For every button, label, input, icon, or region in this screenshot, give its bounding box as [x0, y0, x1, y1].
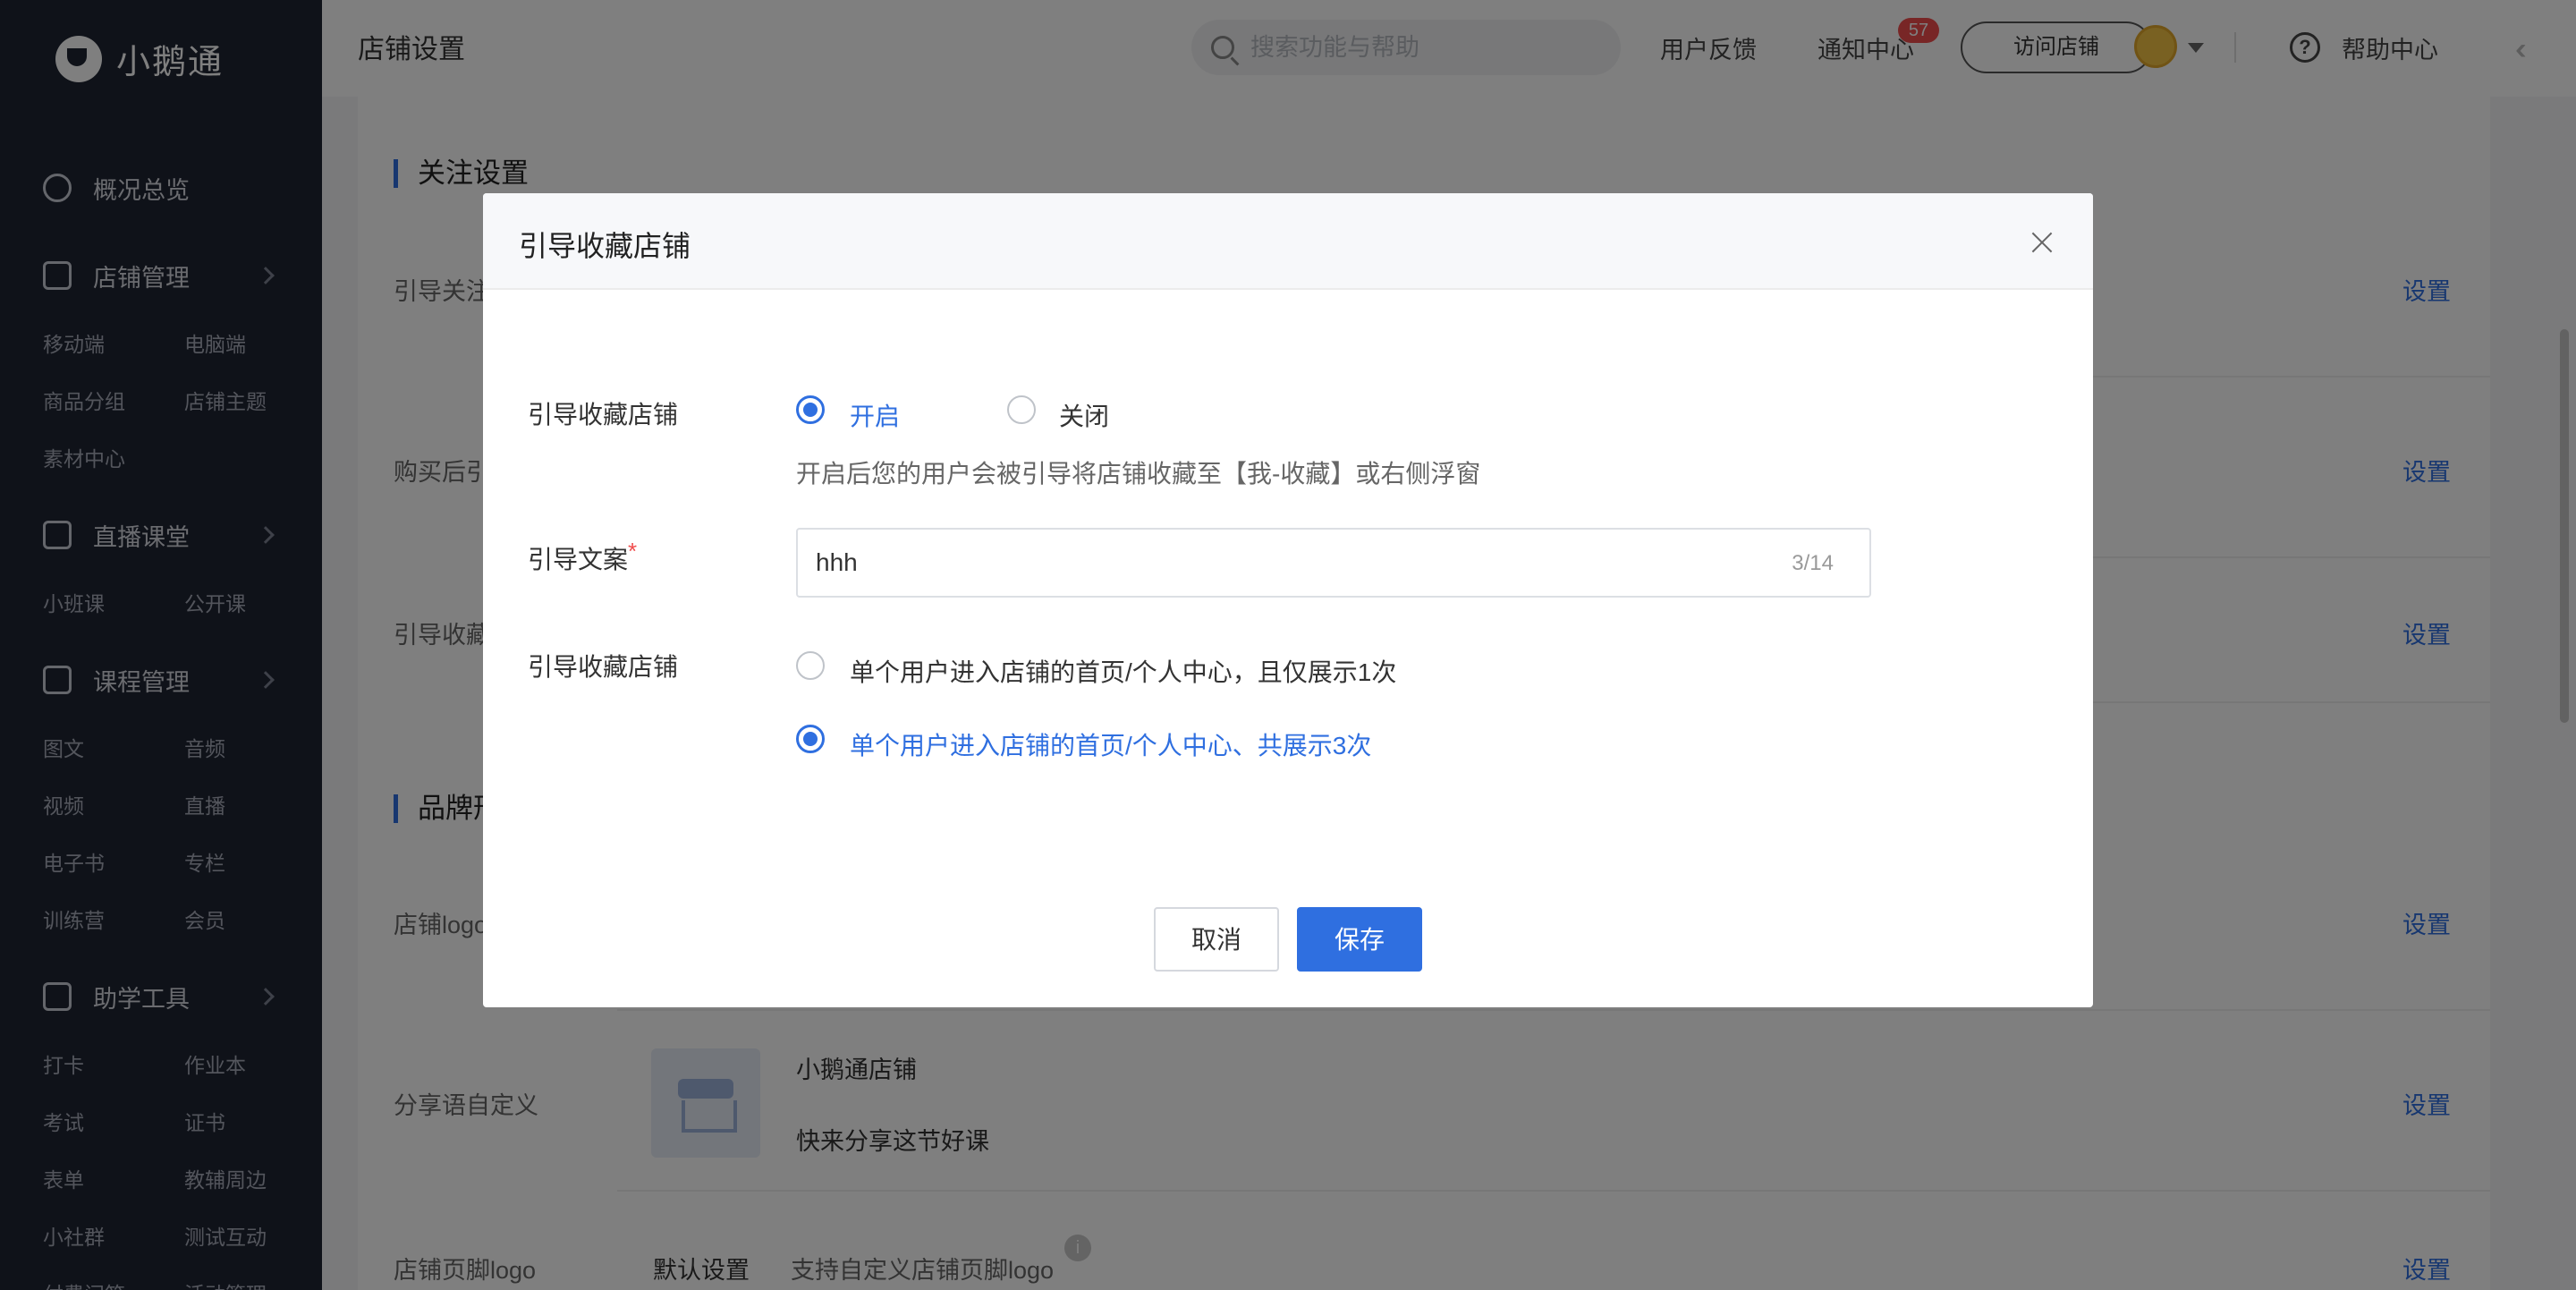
radio-frequency-three-label[interactable]: 单个用户进入店铺的首页/个人中心、共展示3次 [850, 726, 1371, 762]
radio-frequency-once[interactable] [796, 651, 825, 680]
field-label-enable: 引导收藏店铺 [528, 401, 679, 429]
guide-copy-input[interactable] [816, 530, 1710, 596]
required-mark: * [628, 538, 638, 564]
radio-enable-on-label[interactable]: 开启 [850, 397, 900, 433]
cancel-button[interactable]: 取消 [1154, 907, 1279, 972]
field-label-frequency: 引导收藏店铺 [528, 653, 679, 681]
field-label-copy: 引导文案* [528, 538, 638, 576]
field-label-copy-text: 引导文案 [528, 546, 629, 573]
radio-frequency-once-label[interactable]: 单个用户进入店铺的首页/个人中心，且仅展示1次 [850, 653, 1396, 689]
guide-favorite-dialog: 引导收藏店铺 引导收藏店铺 开启 关闭 开启后您的用户会被引导将店铺收藏至【我-… [483, 193, 2093, 1007]
close-icon[interactable] [2029, 229, 2055, 256]
radio-enable-off[interactable] [1007, 395, 1036, 424]
radio-enable-on[interactable] [796, 395, 825, 424]
dialog-title: 引导收藏店铺 [519, 230, 691, 262]
save-button[interactable]: 保存 [1297, 907, 1422, 972]
enable-hint: 开启后您的用户会被引导将店铺收藏至【我-收藏】或右侧浮窗 [796, 460, 1481, 488]
guide-copy-field[interactable]: 3/14 [796, 528, 1871, 598]
dialog-header: 引导收藏店铺 [483, 193, 2093, 290]
char-counter: 3/14 [1792, 551, 1834, 575]
radio-enable-off-label[interactable]: 关闭 [1059, 397, 1109, 433]
radio-frequency-three[interactable] [796, 725, 825, 753]
